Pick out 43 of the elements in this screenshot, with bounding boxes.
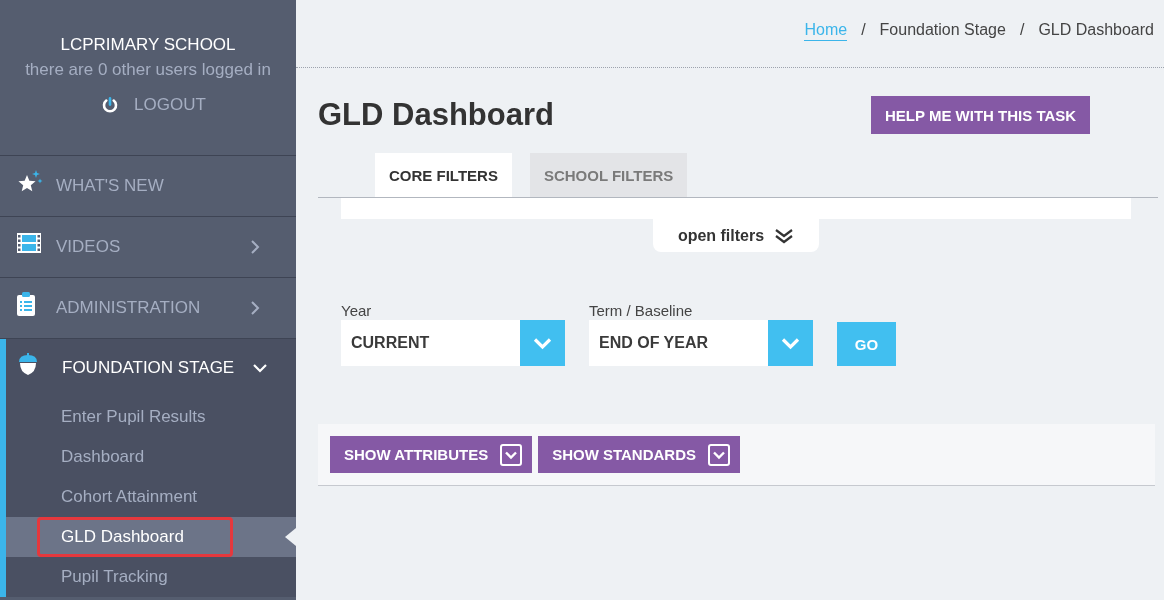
dropdown-chevron-icon [768,320,813,366]
power-icon [102,97,119,113]
dropdown-chevron-icon [520,320,565,366]
field-label: Term / Baseline [589,302,694,320]
dropdown-toggle-button[interactable]: SHOW STANDARDS [538,436,741,473]
clipboard-icon [17,292,35,316]
dropdown-select[interactable]: CURRENT [341,320,565,366]
breadcrumb-item: GLD Dashboard [1038,20,1154,40]
open-filters-tab[interactable]: open filters [653,219,819,252]
chevron-box-icon [500,443,523,466]
film-strip-icon [17,233,41,253]
nav-item[interactable]: FOUNDATION STAGE [6,339,296,397]
dropdown-select[interactable]: END OF YEAR [589,320,813,366]
dropdown-toggle-button[interactable]: SHOW ATTRIBUTES [330,436,533,473]
field-label: Year [341,302,373,320]
breadcrumb-separator: / [861,20,866,40]
filter-tab[interactable]: SCHOOL FILTERS [529,153,688,197]
chevron-box-icon [708,443,731,466]
nav-subitem[interactable]: GLD Dashboard [6,517,296,557]
nav-item[interactable]: ADMINISTRATION [0,278,296,338]
nav-subitem[interactable]: Dashboard [6,437,296,477]
nav-subitem[interactable]: Pupil Tracking [6,557,296,597]
nav-item[interactable]: WHAT'S NEW [0,156,296,216]
school-name: LCPRIMARY SCHOOL [60,34,236,56]
breadcrumb-item: Foundation Stage [879,20,1006,40]
nav-subitem[interactable]: Enter Pupil Results [6,397,296,437]
chevron-down-icon [252,363,268,373]
go-button[interactable]: GO [837,322,896,366]
filter-tab[interactable]: CORE FILTERS [375,153,512,197]
chevron-right-icon [250,239,260,255]
breadcrumb-separator: / [1019,20,1025,40]
nav-item[interactable]: VIDEOS [0,217,296,277]
chevron-right-icon [250,300,260,316]
double-chevron-down-icon [774,227,795,244]
help-button[interactable]: HELP ME WITH THIS TASK [871,96,1091,134]
logout-link[interactable]: LOGOUT [102,94,206,116]
breadcrumb-link[interactable]: Home [804,19,848,41]
nav-subitem[interactable]: Cohort Attainment [6,477,296,517]
page-title: GLD Dashboard [318,96,555,134]
acorn-icon [18,353,38,375]
star-sparkle-icon [17,170,43,194]
users-note: there are 0 other users logged in [25,59,271,81]
pointer-triangle-icon [285,528,296,546]
